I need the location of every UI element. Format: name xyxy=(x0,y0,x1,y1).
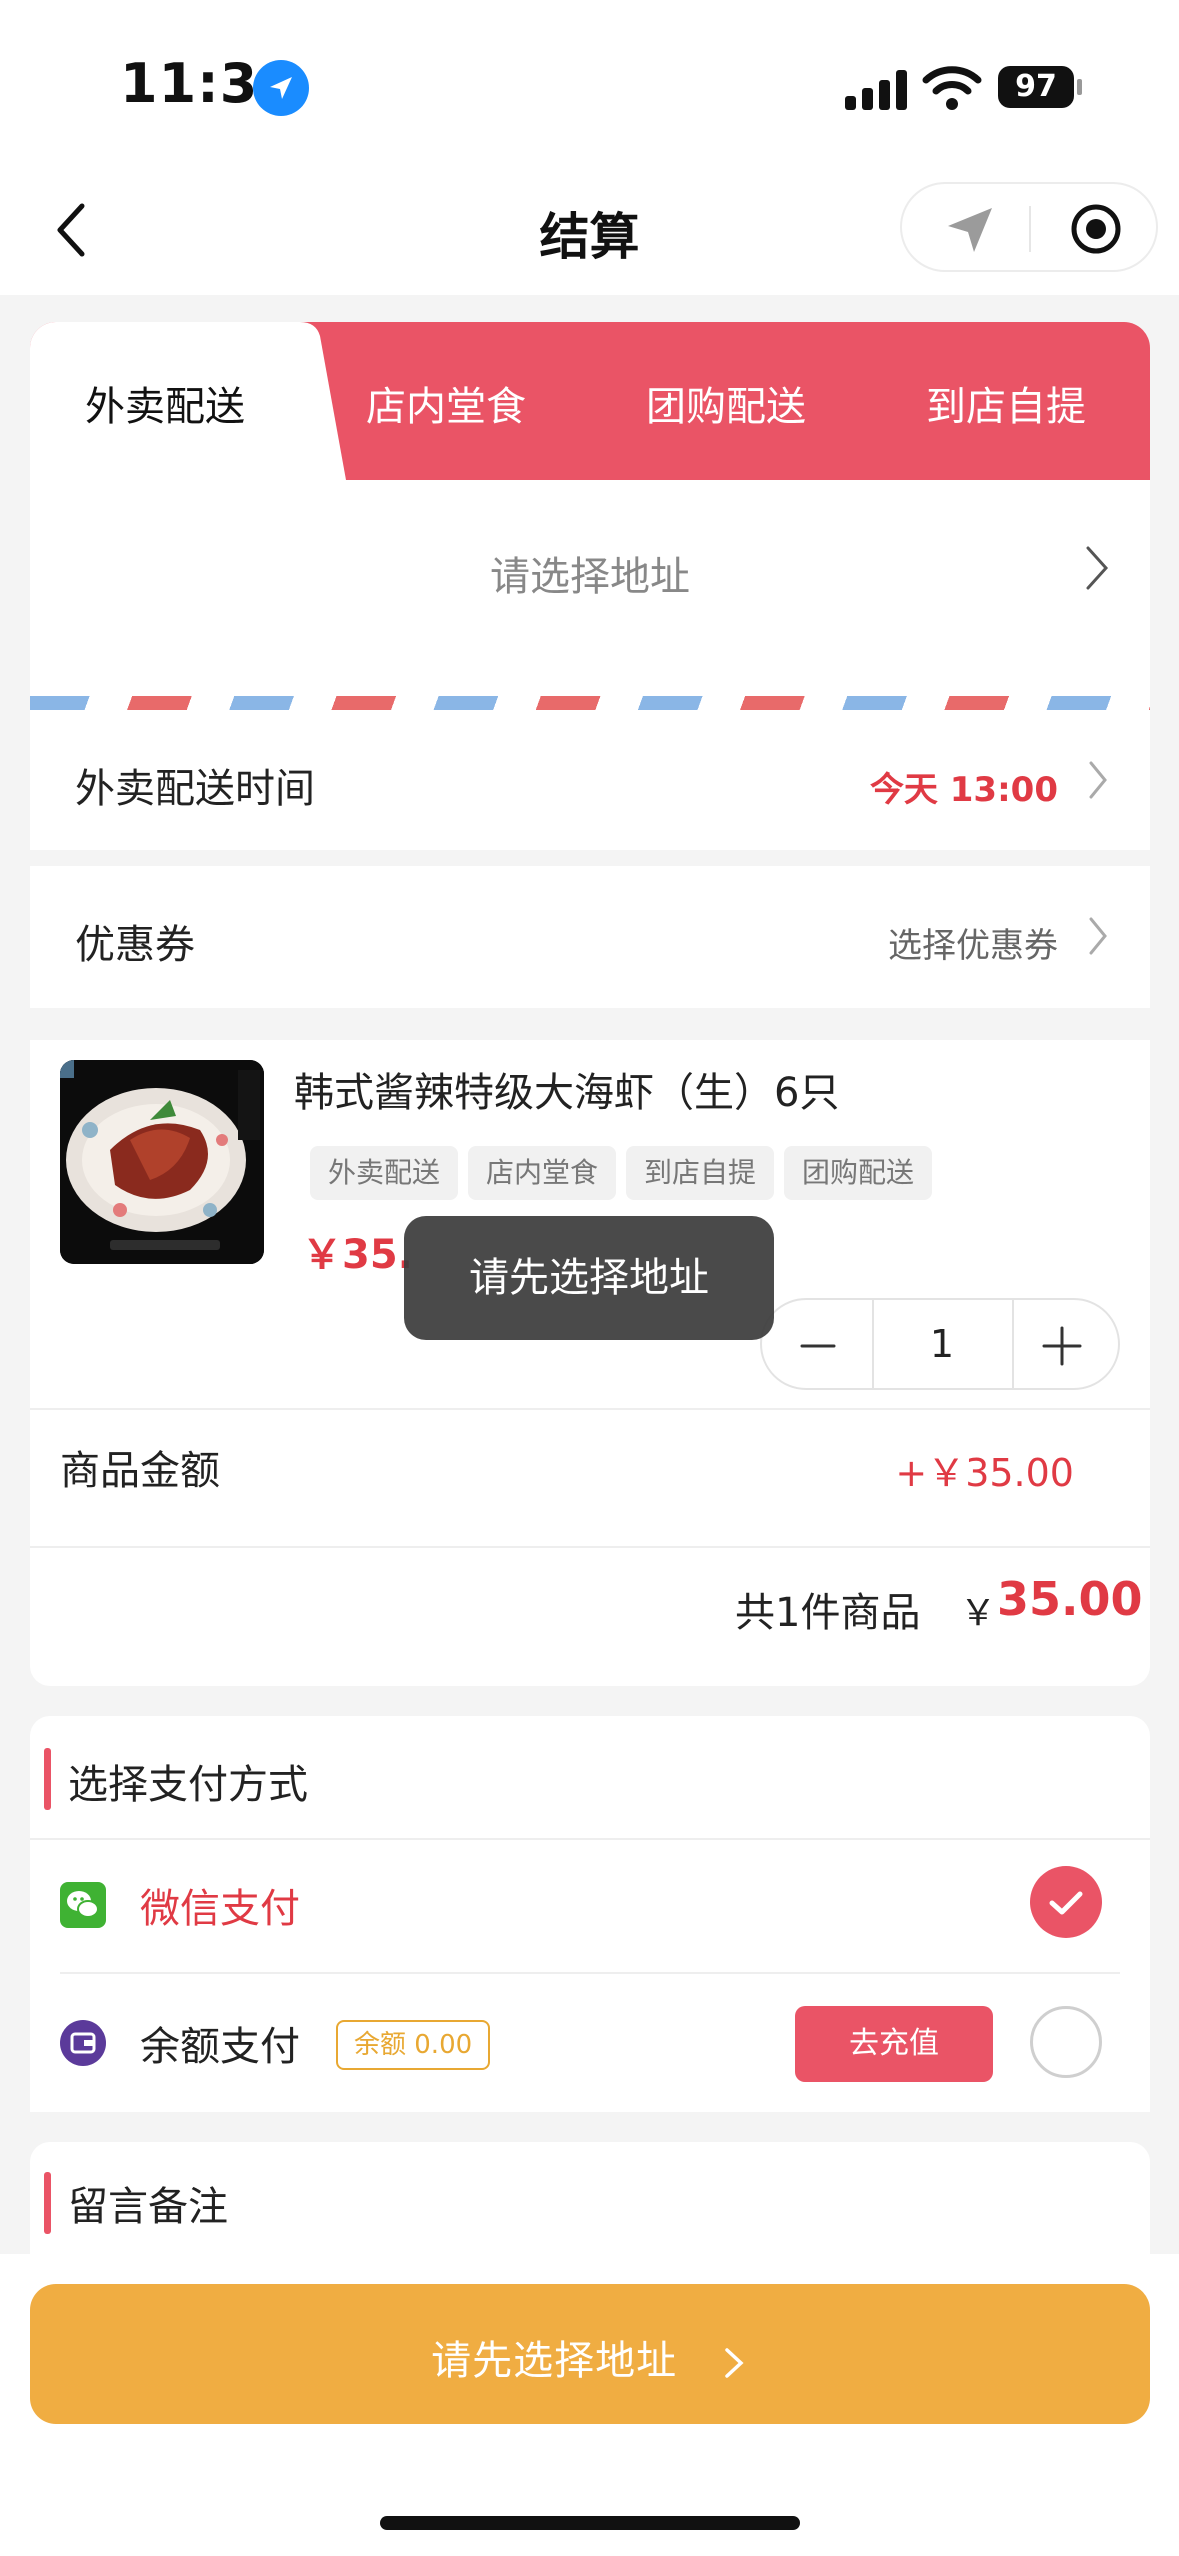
wechat-pay-radio-checked[interactable] xyxy=(1030,1866,1102,1938)
total-value: 35.00 xyxy=(997,1572,1143,1626)
tab-group-delivery[interactable]: 团购配送 xyxy=(646,374,806,432)
product-tag: 团购配送 xyxy=(784,1146,933,1200)
cellular-signal-icon xyxy=(845,68,907,110)
payment-card: 选择支付方式 微信支付 余额支付 余额 0.00 去充值 xyxy=(30,1716,1150,2112)
note-card[interactable]: 留言备注 xyxy=(30,2142,1150,2262)
coupon-value: 选择优惠券 xyxy=(888,926,1058,966)
chevron-right-icon xyxy=(1089,917,1107,955)
battery-tip xyxy=(1077,79,1082,95)
section-marker xyxy=(44,1748,51,1810)
divider xyxy=(60,1972,1120,1974)
goods-amount-value: +￥35.00 xyxy=(895,1451,1074,1495)
airmail-divider xyxy=(30,696,1150,710)
total-currency: ￥ xyxy=(960,1593,997,1634)
delivery-time-label: 外卖配送时间 xyxy=(75,766,315,812)
wechat-pay-label[interactable]: 微信支付 xyxy=(140,1876,300,1934)
tab-takeout-delivery[interactable]: 外卖配送 xyxy=(85,374,245,432)
total-count: 共1件商品 xyxy=(735,1590,921,1636)
status-bar: 11:38 97 xyxy=(0,0,1179,180)
balance-amount-tag: 余额 0.00 xyxy=(336,2020,491,2070)
submit-order-button[interactable]: 请先选择地址 xyxy=(30,2284,1150,2424)
coupon-row[interactable]: 优惠券 选择优惠券 xyxy=(30,866,1150,1008)
goods-card: 韩式酱辣特级大海虾（生）6只 外卖配送 店内堂食 到店自提 团购配送 ￥35. … xyxy=(30,1040,1150,1686)
wifi-icon xyxy=(922,66,982,110)
capsule-divider xyxy=(1029,206,1031,252)
coupon-label: 优惠券 xyxy=(75,922,195,968)
section-marker xyxy=(44,2172,51,2234)
product-name: 韩式酱辣特级大海虾（生）6只 xyxy=(294,1070,840,1116)
navigation-icon[interactable] xyxy=(944,204,996,256)
product-image[interactable] xyxy=(60,1060,264,1264)
address-placeholder: 请选择地址 xyxy=(490,554,690,600)
divider xyxy=(30,1546,1150,1548)
address-selector[interactable]: 请选择地址 xyxy=(30,480,1150,690)
note-section-title: 留言备注 xyxy=(68,2184,228,2230)
plus-icon[interactable] xyxy=(1034,1322,1090,1370)
toast-message: 请先选择地址 xyxy=(404,1216,774,1340)
delivery-time-row[interactable]: 外卖配送时间 今天 13:00 xyxy=(30,710,1150,850)
delivery-time-value: 今天 13:00 xyxy=(869,770,1058,810)
tab-dine-in[interactable]: 店内堂食 xyxy=(366,374,526,432)
product-tag: 店内堂食 xyxy=(468,1146,617,1200)
product-price: ￥35. xyxy=(302,1232,413,1278)
submit-label-text: 请先选择地址 xyxy=(431,2338,678,2384)
battery-icon: 97 xyxy=(998,66,1074,108)
record-target-icon[interactable] xyxy=(1069,202,1123,256)
divider xyxy=(30,1408,1150,1410)
chevron-right-icon xyxy=(1089,761,1107,799)
tab-self-pickup[interactable]: 到店自提 xyxy=(926,374,1086,432)
recharge-button[interactable]: 去充值 xyxy=(795,2006,993,2082)
submit-label: 请先选择地址 xyxy=(30,2328,1150,2386)
divider xyxy=(30,1838,1150,1840)
goods-amount-label: 商品金额 xyxy=(60,1448,220,1494)
wallet-icon xyxy=(60,2020,106,2066)
chevron-right-icon xyxy=(1086,546,1109,590)
wechat-pay-icon xyxy=(60,1882,106,1928)
quantity-stepper: 1 xyxy=(760,1298,1120,1390)
product-tag: 外卖配送 xyxy=(310,1146,459,1200)
minus-icon[interactable] xyxy=(790,1322,846,1370)
delivery-card: 外卖配送 店内堂食 团购配送 到店自提 请选择地址 外卖配送时间 今天 13:0… xyxy=(30,322,1150,850)
balance-pay-label[interactable]: 余额支付 xyxy=(140,2014,300,2072)
location-arrow-icon xyxy=(253,60,309,116)
product-tag: 到店自提 xyxy=(626,1146,775,1200)
chevron-right-icon xyxy=(725,2348,744,2378)
balance-pay-radio[interactable] xyxy=(1030,2006,1102,2078)
home-indicator xyxy=(380,2516,800,2530)
miniprogram-capsule xyxy=(900,182,1158,272)
stepper-divider xyxy=(1012,1300,1014,1388)
payment-section-title: 选择支付方式 xyxy=(68,1762,308,1808)
quantity-value[interactable]: 1 xyxy=(874,1322,1010,1366)
delivery-tabs: 外卖配送 店内堂食 团购配送 到店自提 xyxy=(30,322,1150,480)
